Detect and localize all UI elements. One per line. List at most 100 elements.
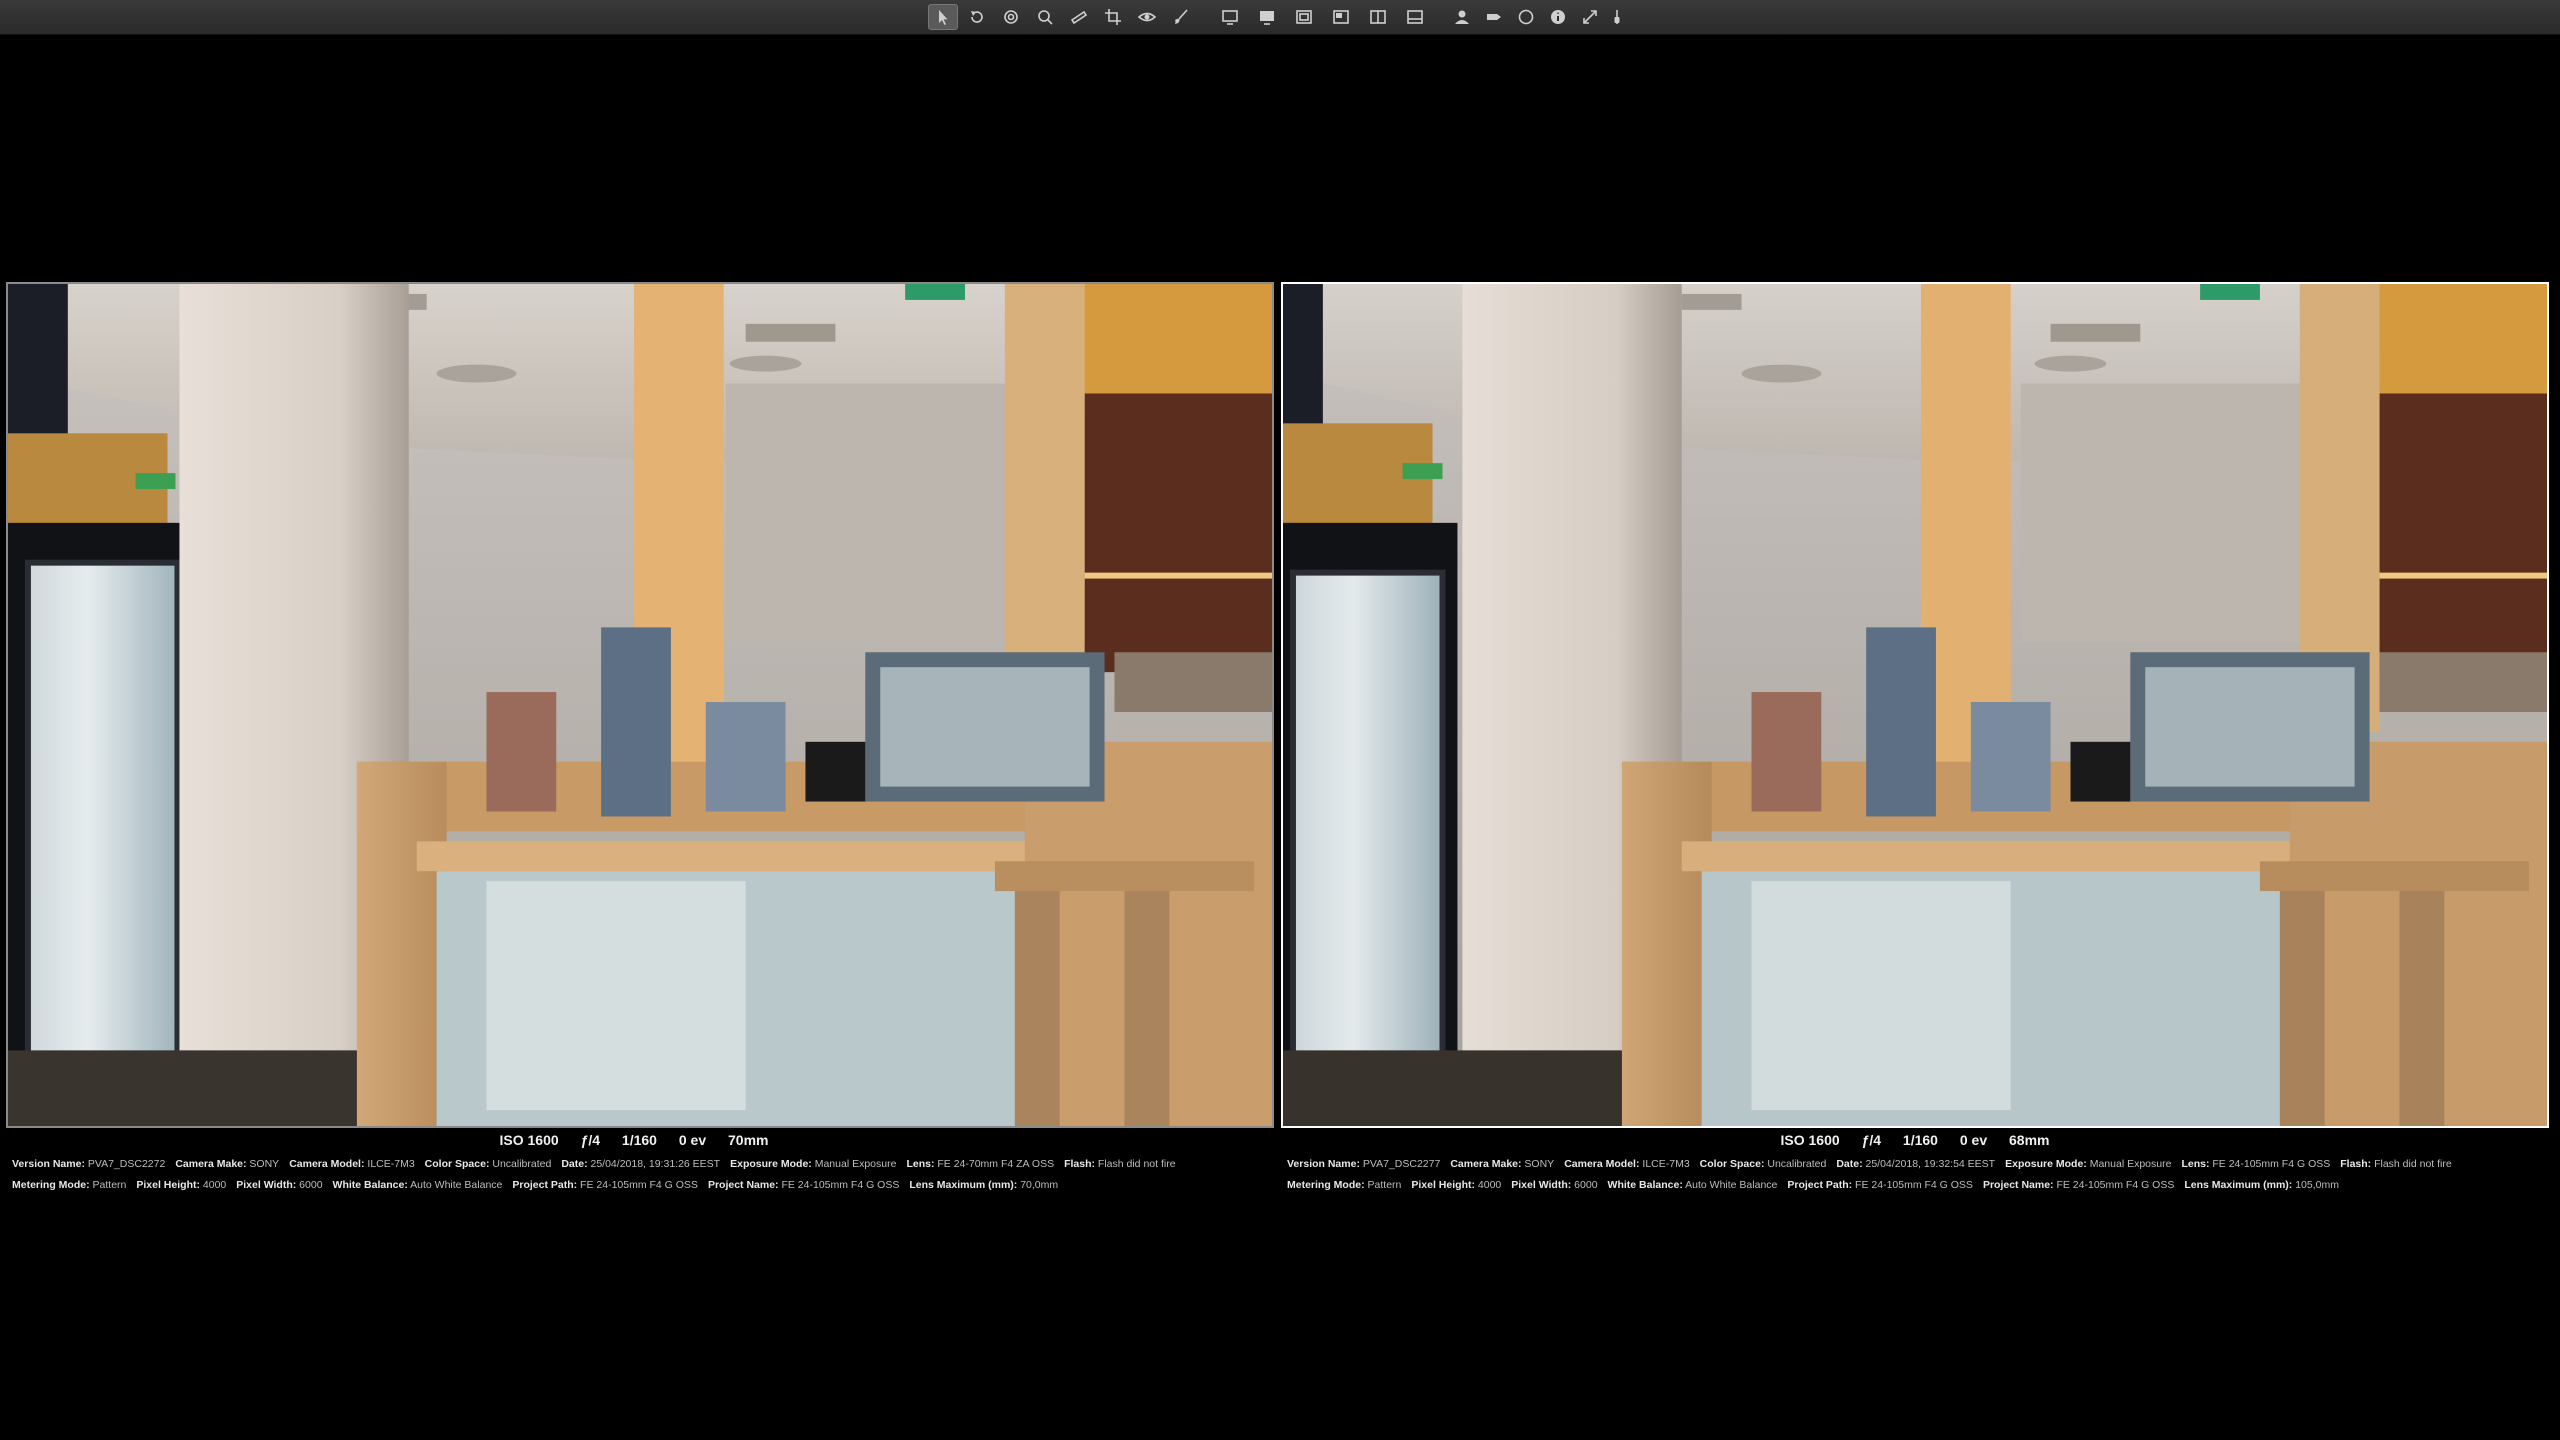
red-eye-tool-icon[interactable] (1132, 4, 1162, 30)
focal-length-value: 68mm (2009, 1132, 2050, 1148)
multi-view-icon[interactable] (1400, 4, 1430, 30)
metadata-value: PVA7_DSC2272 (84, 1158, 166, 1170)
metadata-key: Lens Maximum (mm): (2184, 1179, 2293, 1191)
metadata-item: Camera Make: SONY (1450, 1158, 1554, 1170)
faces-icon[interactable] (1447, 4, 1477, 30)
metadata-value: Pattern (89, 1179, 127, 1191)
loupe-tool-icon[interactable] (996, 4, 1026, 30)
metadata-value: Auto White Balance (1682, 1179, 1778, 1191)
metadata-key: Flash: (1064, 1158, 1095, 1170)
slider-icon[interactable] (1602, 4, 1632, 30)
metadata-value: FE 24-105mm F4 G OSS (2053, 1179, 2175, 1191)
select-tool-icon[interactable] (928, 4, 958, 30)
compare-view-icon[interactable] (1363, 4, 1393, 30)
metadata-value: ILCE-7M3 (1639, 1158, 1690, 1170)
viewer-mode-icon[interactable] (1215, 4, 1245, 30)
metadata-item: Date: 25/04/2018, 19:32:54 EEST (1836, 1158, 1995, 1170)
right-metadata-row-1: Version Name: PVA7_DSC2277 Camera Make: S… (1287, 1157, 2557, 1171)
metadata-value: Pattern (1364, 1179, 1402, 1191)
metadata-key: Date: (1836, 1158, 1863, 1170)
metadata-item: Pixel Width: 6000 (236, 1179, 322, 1191)
metadata-value: 6000 (1571, 1179, 1598, 1191)
browser-mode-icon[interactable] (1252, 4, 1282, 30)
top-toolbar (0, 0, 2560, 35)
metadata-item: Pixel Height: 4000 (1411, 1179, 1501, 1191)
metadata-key: Pixel Height: (136, 1179, 200, 1191)
metadata-value: 6000 (296, 1179, 323, 1191)
metadata-key: Camera Make: (175, 1158, 247, 1170)
metadata-key: Camera Model: (289, 1158, 365, 1170)
circle-icon[interactable] (1511, 4, 1541, 30)
metadata-item: Version Name: PVA7_DSC2277 (1287, 1158, 1440, 1170)
fullscreen-icon[interactable] (1575, 4, 1605, 30)
stacked-view-icon[interactable] (1326, 4, 1356, 30)
metadata-value: FE 24-105mm F4 G OSS (577, 1179, 698, 1191)
metadata-key: Metering Mode: (1287, 1179, 1365, 1191)
metadata-value: SONY (246, 1158, 280, 1170)
metadata-key: Camera Model: (1564, 1158, 1640, 1170)
crop-tool-icon[interactable] (1098, 4, 1128, 30)
metadata-item: Lens Maximum (mm): 70,0mm (909, 1179, 1058, 1191)
metadata-item: Color Space: Uncalibrated (1700, 1158, 1827, 1170)
shutter-value: 1/160 (1902, 1132, 1938, 1148)
left-metadata-row-2: Metering Mode: Pattern Pixel Height: 4000… (12, 1178, 1282, 1192)
info-icon[interactable] (1543, 4, 1573, 30)
label-icon[interactable] (1479, 4, 1509, 30)
metadata-key: Camera Make: (1450, 1158, 1522, 1170)
left-photo (8, 284, 1272, 1126)
metadata-item: White Balance: Auto White Balance (333, 1179, 503, 1191)
metadata-value: 4000 (1474, 1179, 1502, 1191)
metadata-key: Version Name: (12, 1158, 85, 1170)
metadata-value: Flash did not fire (2371, 1158, 2452, 1170)
straighten-tool-icon[interactable] (1064, 4, 1094, 30)
metadata-item: Project Path: FE 24-105mm F4 G OSS (512, 1179, 698, 1191)
metadata-key: Project Path: (1787, 1179, 1853, 1191)
metadata-key: Project Path: (512, 1179, 578, 1191)
metadata-key: Lens: (2181, 1158, 2210, 1170)
metadata-key: Color Space: (424, 1158, 490, 1170)
metadata-value: PVA7_DSC2277 (1359, 1158, 1441, 1170)
ev-value: 0 ev (1959, 1132, 1988, 1148)
metadata-item: Project Name: FE 24-105mm F4 G OSS (708, 1179, 899, 1191)
metadata-value: Auto White Balance (407, 1179, 503, 1191)
metadata-key: Exposure Mode: (730, 1158, 812, 1170)
metadata-item: Flash: Flash did not fire (1064, 1158, 1175, 1170)
right-metadata-row-2: Metering Mode: Pattern Pixel Height: 4000… (1287, 1178, 2557, 1192)
metadata-value: Uncalibrated (489, 1158, 552, 1170)
metadata-item: White Balance: Auto White Balance (1608, 1179, 1778, 1191)
split-view-icon[interactable] (1289, 4, 1319, 30)
metadata-key: Lens: (906, 1158, 935, 1170)
left-exposure-caption: ISO 1600 ƒ/4 1/160 0 ev 70mm (0, 1132, 1268, 1148)
metadata-item: Pixel Width: 6000 (1511, 1179, 1597, 1191)
metadata-key: Pixel Width: (1511, 1179, 1572, 1191)
metadata-item: Lens Maximum (mm): 105,0mm (2184, 1179, 2339, 1191)
metadata-value: Flash did not fire (1095, 1158, 1176, 1170)
metadata-value: Uncalibrated (1764, 1158, 1827, 1170)
metadata-item: Camera Make: SONY (175, 1158, 279, 1170)
metadata-key: Color Space: (1699, 1158, 1765, 1170)
metadata-value: ILCE-7M3 (364, 1158, 415, 1170)
metadata-value: SONY (1521, 1158, 1555, 1170)
ev-value: 0 ev (678, 1132, 707, 1148)
right-exposure-caption: ISO 1600 ƒ/4 1/160 0 ev 68mm (1281, 1132, 2549, 1148)
rotate-tool-icon[interactable] (962, 4, 992, 30)
metadata-item: Pixel Height: 4000 (136, 1179, 226, 1191)
metadata-item: Project Path: FE 24-105mm F4 G OSS (1787, 1179, 1973, 1191)
metadata-key: Pixel Width: (236, 1179, 297, 1191)
zoom-tool-icon[interactable] (1030, 4, 1060, 30)
metadata-key: Pixel Height: (1411, 1179, 1475, 1191)
metadata-item: Color Space: Uncalibrated (425, 1158, 552, 1170)
metadata-item: Lens: FE 24-70mm F4 ZA OSS (906, 1158, 1054, 1170)
right-photo-pane[interactable] (1281, 282, 2549, 1128)
metadata-item: Exposure Mode: Manual Exposure (2005, 1158, 2171, 1170)
brush-tool-icon[interactable] (1166, 4, 1196, 30)
focal-length-value: 70mm (728, 1132, 769, 1148)
metadata-item: Camera Model: ILCE-7M3 (289, 1158, 414, 1170)
metadata-key: White Balance: (332, 1179, 408, 1191)
metadata-key: Metering Mode: (12, 1179, 90, 1191)
metadata-value: 70,0mm (1017, 1179, 1059, 1191)
metadata-key: White Balance: (1607, 1179, 1683, 1191)
metadata-value: 25/04/2018, 19:32:54 EEST (1862, 1158, 1996, 1170)
metadata-value: FE 24-105mm F4 G OSS (1852, 1179, 1973, 1191)
left-photo-pane[interactable] (6, 282, 1274, 1128)
